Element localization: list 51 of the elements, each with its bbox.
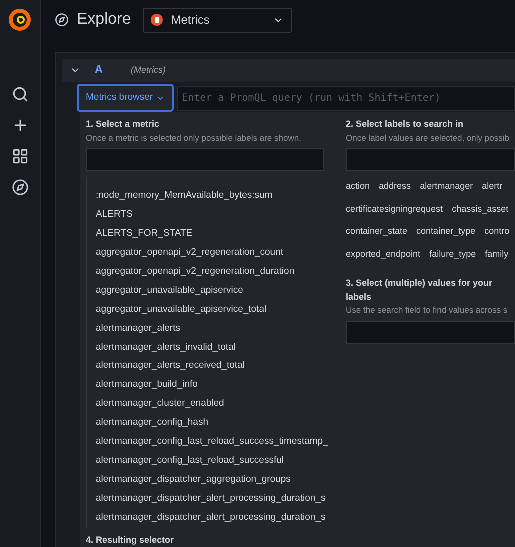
- grid-icon[interactable]: [12, 148, 28, 165]
- label-chip[interactable]: action: [346, 180, 370, 194]
- metric-item[interactable]: alertmanager_dispatcher_alert_processing_duration_s: [96, 490, 338, 509]
- page-title: Explore: [77, 10, 132, 30]
- label-chip[interactable]: chassis_asset: [452, 202, 509, 216]
- label-search-field[interactable]: [346, 148, 515, 172]
- metric-item[interactable]: aggregator_openapi_v2_regeneration_count: [96, 244, 338, 263]
- label-chip[interactable]: container_type: [416, 225, 476, 239]
- label-chip[interactable]: failure_type: [430, 248, 476, 262]
- metric-item[interactable]: alertmanager_config_hash: [96, 414, 338, 434]
- step-title: 2. Select labels to search in: [346, 118, 465, 131]
- metric-item[interactable]: :node_memory_MemAvailable_bytes:sum: [96, 187, 338, 206]
- query-letter: A: [95, 63, 104, 78]
- query-source: (Metrics): [131, 64, 166, 77]
- step-hint: Once a metric is selected only possible labels are shown.: [86, 132, 302, 144]
- metric-search-field[interactable]: [86, 148, 324, 172]
- metric-item[interactable]: ALERTS: [96, 206, 338, 226]
- query-input[interactable]: Enter a PromQL query (run with Shift+Enter): [177, 86, 515, 110]
- metric-item[interactable]: aggregator_unavailable_apiservice_total: [96, 300, 338, 320]
- metric-item[interactable]: alertmanager_build_info: [96, 376, 338, 396]
- metric-item[interactable]: alertmanager_dispatcher_aggregation_groups: [96, 470, 338, 490]
- metric-item[interactable]: alertmanager_alerts: [96, 320, 338, 338]
- label-chip[interactable]: contro: [484, 225, 510, 239]
- step-hint: Use the search field to find values across s: [346, 304, 509, 317]
- label-chip[interactable]: family: [485, 248, 509, 262]
- logo-icon[interactable]: [8, 8, 32, 32]
- metric-item[interactable]: alertmanager_dispatcher_alert_processing_duration_s: [96, 508, 338, 528]
- compass-icon: [55, 13, 69, 27]
- step-title: 4. Resulting selector: [86, 534, 176, 547]
- metric-item[interactable]: alertmanager_alerts_received_total: [96, 357, 338, 376]
- step-hint: Once label values are selected, only possib: [346, 132, 510, 144]
- label-chip[interactable]: certificatesigningrequest: [346, 202, 444, 216]
- metric-item[interactable]: alertmanager_cluster_enabled: [96, 395, 338, 414]
- metric-item[interactable]: aggregator_unavailable_apiservice: [96, 282, 338, 301]
- label-chip[interactable]: alertr: [482, 180, 503, 194]
- metric-item[interactable]: alertmanager_alerts_invalid_total: [96, 338, 338, 358]
- compass-icon[interactable]: [12, 179, 28, 196]
- metric-item[interactable]: ALERTS_FOR_STATE: [96, 225, 338, 244]
- metric-item[interactable]: alertmanager_config_last_reload_success_timestamp_: [96, 433, 338, 452]
- label-chip[interactable]: alertmanager: [420, 180, 474, 194]
- step-title: 3. Select (multiple) values for your labels: [346, 277, 494, 304]
- metrics-browser-button[interactable]: Metrics browser: [77, 84, 174, 112]
- datasource-select[interactable]: Metrics: [143, 8, 292, 32]
- step-title: 1. Select a metric: [86, 118, 161, 131]
- search-icon[interactable]: [12, 86, 28, 103]
- value-search-field[interactable]: [346, 321, 515, 344]
- label-chip[interactable]: address: [379, 180, 412, 194]
- label-chip[interactable]: container_state: [346, 225, 408, 239]
- metric-item[interactable]: aggregator_openapi_v2_regeneration_duration: [96, 262, 338, 282]
- label-chip[interactable]: exported_endpoint: [346, 248, 421, 262]
- metric-item[interactable]: alertmanager_config_last_reload_successful: [96, 452, 338, 471]
